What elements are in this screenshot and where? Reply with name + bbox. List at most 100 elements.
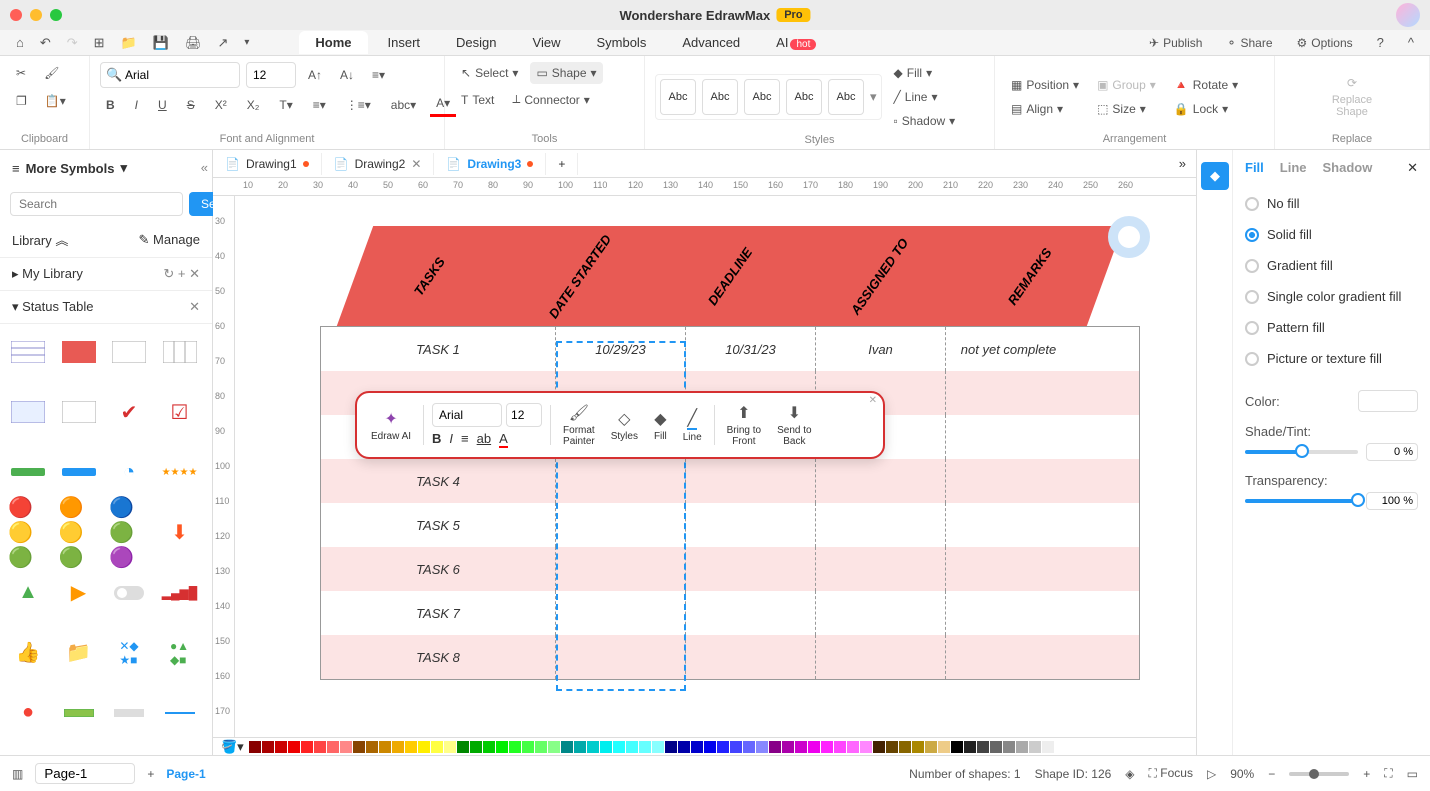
color-swatch-item[interactable] (1016, 741, 1028, 753)
symbol-table3[interactable] (109, 332, 149, 372)
table-cell[interactable] (556, 635, 686, 679)
symbol-thumbsup[interactable]: 👍 (8, 633, 48, 673)
color-swatch-item[interactable] (561, 741, 573, 753)
color-swatch-item[interactable] (535, 741, 547, 753)
context-fill[interactable]: ◆Fill (650, 407, 671, 444)
fill-panel-icon[interactable]: ◆ (1201, 162, 1229, 190)
table-cell[interactable] (556, 547, 686, 591)
symbol-triangle[interactable]: ▲ (8, 573, 48, 613)
rotate-handle[interactable] (1108, 216, 1150, 258)
expand-right-panel-icon[interactable]: » (1169, 156, 1196, 171)
fill-option[interactable]: No fill (1245, 188, 1418, 219)
line-tab[interactable]: Line (1280, 160, 1307, 176)
color-swatch-item[interactable] (314, 741, 326, 753)
copy-button[interactable]: ❐ (10, 90, 33, 112)
context-styles[interactable]: ◇Styles (607, 407, 642, 444)
color-swatch-item[interactable] (613, 741, 625, 753)
quick-style-3[interactable]: Abc (744, 79, 780, 115)
table-cell[interactable] (556, 591, 686, 635)
table-cell[interactable] (816, 503, 946, 547)
tab-home[interactable]: Home (299, 31, 367, 54)
symbol-bar-gray[interactable] (109, 693, 149, 733)
symbol-toggle[interactable] (109, 573, 149, 613)
quick-style-2[interactable]: Abc (702, 79, 738, 115)
symbol-shapes1[interactable]: ✕◆★■ (109, 633, 149, 673)
color-swatch-item[interactable] (418, 741, 430, 753)
color-swatch-item[interactable] (1055, 741, 1067, 753)
options-button[interactable]: ⚙ Options (1291, 32, 1359, 54)
cut-button[interactable]: ✂ (10, 62, 32, 84)
undo-button[interactable]: ↶ (34, 33, 57, 53)
fit-width-icon[interactable]: ▭ (1407, 767, 1418, 781)
shadow-tab[interactable]: Shadow (1323, 160, 1373, 176)
context-italic[interactable]: I (449, 431, 453, 448)
align-dropdown[interactable]: ≡▾ (366, 64, 391, 86)
save-button[interactable]: 💾 (147, 33, 175, 53)
table-cell[interactable] (946, 459, 1071, 503)
color-swatch-item[interactable] (431, 741, 443, 753)
tab-design[interactable]: Design (440, 31, 512, 54)
color-swatch-item[interactable] (379, 741, 391, 753)
symbol-check-red[interactable]: ✔ (109, 392, 149, 432)
outline-view-icon[interactable]: ▥ (12, 767, 23, 781)
color-swatch-item[interactable] (730, 741, 742, 753)
color-swatch-item[interactable] (522, 741, 534, 753)
color-swatch-item[interactable] (652, 741, 664, 753)
fill-option[interactable]: Single color gradient fill (1245, 281, 1418, 312)
table-cell[interactable]: TASK 5 (321, 503, 556, 547)
line-dropdown[interactable]: ╱ Line▾ (888, 86, 962, 108)
my-library-item[interactable]: ▸ My Library↻ + ✕ (0, 258, 212, 291)
context-underline[interactable]: ab (477, 431, 491, 448)
table-cell[interactable]: TASK 1 (321, 327, 556, 371)
subscript-button[interactable]: X₂ (241, 94, 266, 116)
color-swatch-item[interactable] (366, 741, 378, 753)
color-swatch-item[interactable] (249, 741, 261, 753)
quick-style-1[interactable]: Abc (660, 79, 696, 115)
table-cell[interactable]: 10/31/23 (686, 327, 816, 371)
shade-value[interactable] (1366, 443, 1418, 461)
color-swatch-item[interactable] (327, 741, 339, 753)
table-cell[interactable] (816, 591, 946, 635)
panel-title[interactable]: ≡ More Symbols▾ (0, 150, 212, 186)
bold-button[interactable]: B (100, 94, 121, 116)
context-send-back[interactable]: ⬇Send to Back (773, 401, 815, 449)
size-dropdown[interactable]: ⬚ Size▾ (1091, 98, 1162, 120)
line-spacing-button[interactable]: ≡▾ (307, 94, 332, 116)
export-button[interactable]: ↗ (211, 33, 234, 53)
focus-button[interactable]: ⛶ Focus (1149, 766, 1193, 781)
color-swatch-item[interactable] (964, 741, 976, 753)
close-toolbar-icon[interactable]: ✕ (869, 395, 877, 406)
color-swatch-item[interactable] (587, 741, 599, 753)
table-row[interactable]: TASK 8 (321, 635, 1139, 679)
text-effects-button[interactable]: T▾ (273, 94, 298, 116)
symbol-line-blue[interactable] (160, 693, 200, 733)
symbol-table5[interactable] (8, 392, 48, 432)
context-bold[interactable]: B (432, 431, 441, 448)
table-cell[interactable]: TASK 6 (321, 547, 556, 591)
group-dropdown[interactable]: ▣ Group▾ (1091, 74, 1162, 96)
user-avatar[interactable] (1396, 3, 1420, 27)
bullets-button[interactable]: ⋮≡▾ (340, 94, 377, 116)
color-swatch-item[interactable] (951, 741, 963, 753)
add-page-button[interactable]: + (147, 767, 154, 781)
close-window-button[interactable] (10, 9, 22, 21)
tab-ai[interactable]: AIhot (760, 31, 832, 54)
color-swatch-item[interactable] (509, 741, 521, 753)
text-tool[interactable]: T Text (455, 88, 500, 111)
symbol-folder[interactable]: 📁 (59, 633, 99, 673)
table-cell[interactable] (946, 591, 1071, 635)
context-line[interactable]: ╱Line (679, 406, 706, 445)
table-row[interactable]: TASK 5 (321, 503, 1139, 547)
table-row[interactable]: TASK 4 (321, 459, 1139, 503)
color-swatch-item[interactable] (626, 741, 638, 753)
close-panel-icon[interactable]: ✕ (1407, 160, 1418, 176)
color-swatch-item[interactable] (405, 741, 417, 753)
color-swatch-item[interactable] (483, 741, 495, 753)
color-swatch-item[interactable] (457, 741, 469, 753)
symbol-arrow-down[interactable]: ⬇ (160, 512, 200, 552)
paste-button[interactable]: 📋▾ (39, 90, 72, 112)
color-swatch-item[interactable] (1042, 741, 1054, 753)
table-cell[interactable] (686, 503, 816, 547)
color-swatch-item[interactable] (1029, 741, 1041, 753)
symbol-search-input[interactable] (10, 192, 183, 216)
